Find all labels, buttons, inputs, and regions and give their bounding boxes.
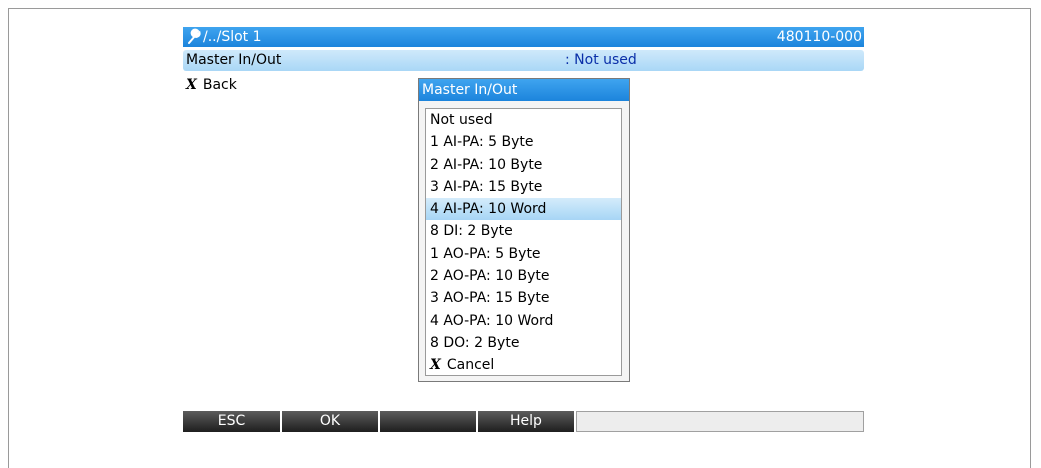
cancel-option[interactable]: X Cancel	[426, 354, 621, 376]
option-item[interactable]: Not used	[426, 109, 621, 131]
option-item[interactable]: 4 AO-PA: 10 Word	[426, 310, 621, 332]
wrench-icon	[188, 28, 201, 44]
breadcrumb-path: /../Slot 1	[203, 29, 262, 45]
ok-button[interactable]: OK	[282, 411, 380, 432]
back-item[interactable]: X Back	[186, 76, 237, 94]
option-item[interactable]: 1 AO-PA: 5 Byte	[426, 243, 621, 265]
popup-title-bar: Master In/Out	[419, 79, 629, 101]
option-item[interactable]: 3 AI-PA: 15 Byte	[426, 176, 621, 198]
option-item[interactable]: 2 AI-PA: 10 Byte	[426, 154, 621, 176]
option-item-selected[interactable]: 4 AI-PA: 10 Word	[426, 198, 621, 221]
device-code: 480110-000	[776, 29, 862, 45]
setting-row-master-in-out[interactable]: Master In/Out : Not used	[183, 50, 864, 71]
option-item[interactable]: 1 AI-PA: 5 Byte	[426, 131, 621, 153]
selection-popup: Master In/Out Not used 1 AI-PA: 5 Byte 2…	[418, 78, 630, 382]
setting-value: : Not used	[565, 52, 637, 68]
popup-title: Master In/Out	[422, 82, 518, 98]
option-item[interactable]: 8 DO: 2 Byte	[426, 332, 621, 354]
cancel-label: Cancel	[446, 357, 495, 374]
help-button[interactable]: Help	[478, 411, 576, 432]
x-icon: X	[430, 357, 441, 374]
header-bar: /../Slot 1 480110-000	[183, 27, 864, 47]
option-list: Not used 1 AI-PA: 5 Byte 2 AI-PA: 10 Byt…	[425, 108, 622, 376]
option-item[interactable]: 2 AO-PA: 10 Byte	[426, 265, 621, 287]
status-field	[576, 411, 864, 432]
x-icon: X	[186, 77, 197, 93]
esc-button[interactable]: ESC	[183, 411, 282, 432]
setting-label: Master In/Out	[186, 52, 282, 68]
blank-softkey[interactable]	[380, 411, 478, 432]
back-label: Back	[202, 77, 237, 93]
option-item[interactable]: 8 DI: 2 Byte	[426, 220, 621, 242]
option-item[interactable]: 3 AO-PA: 15 Byte	[426, 287, 621, 309]
